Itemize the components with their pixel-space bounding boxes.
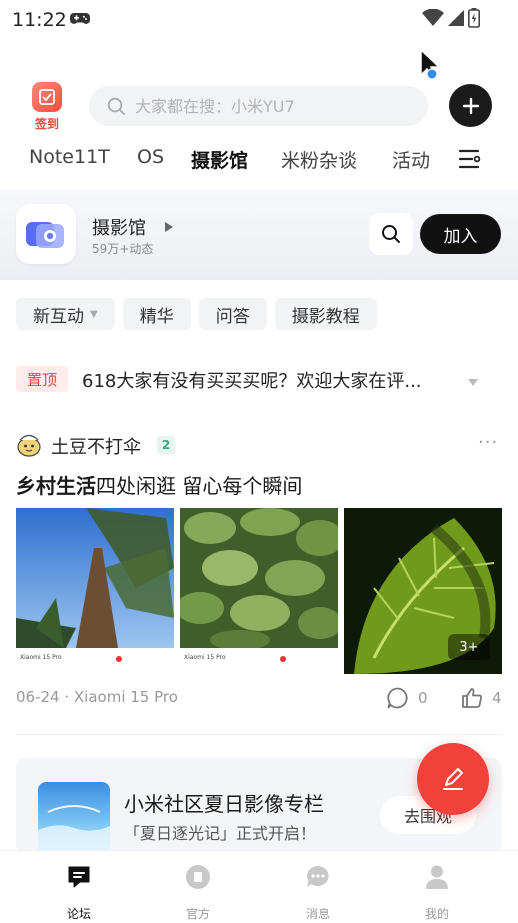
wifi-icon <box>422 9 444 26</box>
category-tabs: ⁞ Note11T OS 摄影馆 米粉杂谈 活动 <box>0 140 518 180</box>
author-name[interactable]: 土豆不打伞 <box>51 433 141 459</box>
bottom-nav: 论坛 官方 消息 我的 <box>0 850 518 923</box>
filter-new-interaction[interactable]: 新互动 ▼ <box>16 298 115 330</box>
photo-leaves[interactable]: Xiaomi 15 Pro <box>180 508 338 674</box>
pinned-text[interactable]: 618大家有没有买买买呢？欢迎大家在评... <box>82 367 422 393</box>
expand-caret-icon[interactable] <box>467 372 479 391</box>
chevron-down-icon: ▼ <box>90 308 98 320</box>
pinned-post[interactable]: 置顶 618大家有没有买买买呢？欢迎大家在评... <box>16 364 502 394</box>
status-icons <box>422 8 480 28</box>
photo-leaf-closeup[interactable]: 3+ <box>344 508 502 674</box>
nav-label: 官方 <box>185 907 210 921</box>
post-title[interactable]: 乡村生活四处闲逛 留心每个瞬间 <box>16 470 302 499</box>
photo-caption-text: Xiaomi 15 Pro <box>20 654 62 661</box>
tab-photography[interactable]: 摄影馆 <box>191 146 248 173</box>
forum-header: 摄影馆 59万+动态 加入 <box>0 190 518 280</box>
add-post-button[interactable] <box>449 84 492 127</box>
promo-subtitle: 「夏日逐光记」正式开启！ <box>124 824 317 843</box>
pencil-icon <box>443 768 463 790</box>
compose-fab-button[interactable] <box>417 743 489 815</box>
user-level-badge: 2 <box>157 436 175 454</box>
divider <box>16 734 502 735</box>
nav-forum[interactable]: 论坛 <box>44 863 114 922</box>
message-bubble-icon <box>307 866 329 887</box>
battery-icon <box>468 8 480 28</box>
search-icon <box>382 225 400 243</box>
comment-icon <box>387 687 408 709</box>
camera-brand-dot-icon <box>280 656 286 662</box>
photo-tree[interactable]: Xiaomi 15 Pro <box>16 508 174 674</box>
comment-count: 0 <box>418 689 428 707</box>
post-meta: 06-24 · Xiaomi 15 Pro <box>16 688 178 706</box>
filter-tutorial[interactable]: 摄影教程 <box>274 298 377 330</box>
photo-caption-text: Xiaomi 15 Pro <box>184 654 226 661</box>
photo-grid: Xiaomi 15 Pro Xiaomi 15 Pro 3+ <box>16 508 502 674</box>
filter-featured[interactable]: 精华 <box>122 298 191 330</box>
tab-fan-chat[interactable]: 米粉杂谈 <box>281 146 357 173</box>
tab-os[interactable]: OS <box>137 146 164 168</box>
signal-icon <box>448 10 464 26</box>
checkin-label: 签到 <box>34 117 59 131</box>
forum-chat-icon <box>68 866 90 888</box>
photo-caption: Xiaomi 15 Pro <box>180 648 338 674</box>
forum-camera-icon <box>16 204 76 264</box>
promo-thumbnail <box>38 782 110 854</box>
comment-button[interactable]: 0 <box>386 686 428 710</box>
post-title-highlight: 乡村生活 <box>16 474 96 498</box>
tab-menu-icon[interactable] <box>458 148 482 174</box>
search-input[interactable] <box>135 86 415 126</box>
nav-profile[interactable]: 我的 <box>402 863 472 922</box>
filter-chips: 新互动 ▼ 精华 问答 摄影教程 <box>16 298 377 330</box>
camera-brand-dot-icon <box>116 656 122 662</box>
forum-search-button[interactable] <box>369 213 413 255</box>
forum-post-count: 59万+动态 <box>92 242 154 256</box>
official-icon <box>186 865 210 889</box>
top-header: 签到 <box>0 82 518 132</box>
play-arrow-icon <box>164 218 174 237</box>
gamepad-icon <box>70 11 90 30</box>
join-button[interactable]: 加入 <box>420 214 501 254</box>
plus-icon <box>462 97 479 114</box>
status-bar: 11:22 <box>0 0 518 40</box>
checkin-icon <box>32 82 62 112</box>
nav-label: 消息 <box>305 907 330 921</box>
author-avatar[interactable] <box>16 432 42 458</box>
tab-note11t[interactable]: Note11T <box>29 146 110 168</box>
more-photos-badge[interactable]: 3+ <box>448 634 490 660</box>
thumbs-up-icon <box>462 688 482 708</box>
like-count: 4 <box>492 689 502 707</box>
tab-events[interactable]: 活动 <box>392 146 430 173</box>
promo-title: 小米社区夏日影像专栏 <box>124 792 324 816</box>
filter-qa[interactable]: 问答 <box>198 298 267 330</box>
more-options-icon[interactable]: ··· <box>478 432 498 453</box>
search-icon <box>107 97 126 120</box>
nav-official[interactable]: 官方 <box>163 863 233 922</box>
status-time: 11:22 <box>12 9 67 31</box>
nav-label: 我的 <box>424 907 449 921</box>
nav-label: 论坛 <box>66 907 91 921</box>
checkin-button[interactable]: 签到 <box>28 82 66 132</box>
filter-label: 新互动 <box>33 306 84 327</box>
pinned-tag: 置顶 <box>16 366 68 392</box>
nav-messages[interactable]: 消息 <box>283 863 353 922</box>
like-button[interactable]: 4 <box>460 686 502 710</box>
person-icon <box>426 865 448 889</box>
search-bar[interactable] <box>89 86 428 126</box>
forum-name[interactable]: 摄影馆 <box>92 214 146 240</box>
photo-caption: Xiaomi 15 Pro <box>16 648 174 674</box>
post-title-text: 四处闲逛 留心每个瞬间 <box>96 474 303 498</box>
